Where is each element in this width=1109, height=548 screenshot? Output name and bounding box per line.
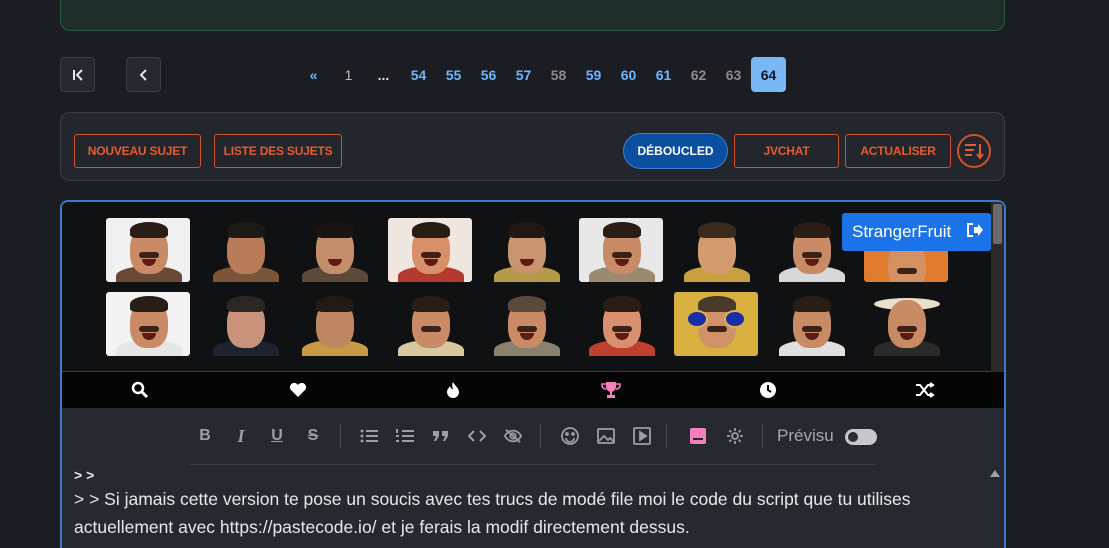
sticker[interactable] xyxy=(203,292,287,356)
deboucled-button[interactable]: DÉBOUCLED xyxy=(623,133,728,169)
image-icon[interactable] xyxy=(595,425,617,447)
sticker[interactable] xyxy=(579,218,663,282)
formatting-toolbar: B I U S Prévisu xyxy=(62,408,1004,466)
logout-icon[interactable] xyxy=(965,222,984,243)
trophy-icon[interactable] xyxy=(601,380,621,400)
video-icon[interactable] xyxy=(631,425,653,447)
message-editor: StrangerFruit B I U S Prévisu > > > > Si… xyxy=(60,200,1006,548)
jvchat-button[interactable]: JVCHAT xyxy=(734,134,839,168)
first-page-button[interactable] xyxy=(60,57,95,92)
sticker[interactable] xyxy=(388,292,472,356)
sticker[interactable] xyxy=(388,218,472,282)
sticker[interactable] xyxy=(203,218,287,282)
sticker-category-bar xyxy=(62,372,1004,408)
message-textarea[interactable]: > > > > Si jamais cette version te pose … xyxy=(74,464,994,541)
page-link-57[interactable]: 57 xyxy=(506,57,541,92)
sort-descending-icon xyxy=(965,144,984,160)
page-link-58[interactable]: 58 xyxy=(541,57,576,92)
sticker[interactable] xyxy=(769,218,853,282)
previous-page-button[interactable] xyxy=(126,57,161,92)
page-link-62[interactable]: 62 xyxy=(681,57,716,92)
search-icon[interactable] xyxy=(130,380,150,400)
username: StrangerFruit xyxy=(852,222,952,241)
refresh-button[interactable]: ACTUALISER xyxy=(845,134,951,168)
italic-button[interactable]: I xyxy=(230,425,252,447)
spoiler-icon[interactable] xyxy=(502,425,524,447)
page-ellipsis: ... xyxy=(377,66,390,83)
toolbar-divider xyxy=(340,424,341,448)
sticker[interactable] xyxy=(674,218,758,282)
page-link-56[interactable]: 56 xyxy=(471,57,506,92)
numbered-list-icon[interactable] xyxy=(394,425,416,447)
user-badge[interactable]: StrangerFruit xyxy=(842,213,991,251)
sticker-scrollbar[interactable] xyxy=(991,202,1004,372)
sticker[interactable] xyxy=(864,292,948,356)
new-topic-button[interactable]: NOUVEAU SUJET xyxy=(74,134,201,168)
sticker[interactable] xyxy=(769,292,853,356)
topic-action-bar: NOUVEAU SUJET LISTE DES SUJETS DÉBOUCLED… xyxy=(60,112,1005,181)
page-link-54[interactable]: 54 xyxy=(401,57,436,92)
smiley-icon[interactable] xyxy=(559,425,581,447)
topic-list-button[interactable]: LISTE DES SUJETS xyxy=(214,134,342,168)
toolbar-divider xyxy=(762,424,763,448)
quote-icon[interactable] xyxy=(430,425,452,447)
underline-button[interactable]: U xyxy=(266,425,288,447)
shuffle-icon[interactable] xyxy=(915,380,935,400)
sticker-panel: StrangerFruit xyxy=(62,202,1004,372)
sticker[interactable] xyxy=(484,292,568,356)
page-first-link[interactable]: « xyxy=(296,57,331,92)
previous-message-box xyxy=(60,0,1005,31)
toolbar-divider xyxy=(540,424,541,448)
page-link-63[interactable]: 63 xyxy=(716,57,751,92)
message-line: > > Si jamais cette version te pose un s… xyxy=(74,489,911,509)
message-line: > > xyxy=(74,467,95,483)
sticker[interactable] xyxy=(292,292,376,356)
sticker[interactable] xyxy=(579,292,663,356)
sticker[interactable] xyxy=(106,292,190,356)
gear-icon[interactable] xyxy=(724,425,746,447)
page-link-60[interactable]: 60 xyxy=(611,57,646,92)
preview-toggle[interactable] xyxy=(845,429,877,445)
heart-icon[interactable] xyxy=(288,380,308,400)
sticker[interactable] xyxy=(484,218,568,282)
sticker[interactable] xyxy=(292,218,376,282)
sticker[interactable] xyxy=(106,218,190,282)
toolbar-divider xyxy=(666,424,667,448)
fire-icon[interactable] xyxy=(443,380,463,400)
message-line: actuellement avec https://pastecode.io/ … xyxy=(74,517,690,537)
strikethrough-button[interactable]: S xyxy=(302,425,324,447)
textarea-scrollbar[interactable] xyxy=(988,464,1002,548)
pagination: « 1 ... 54 55 56 57 58 59 60 61 62 63 64 xyxy=(296,57,786,92)
page-link-1[interactable]: 1 xyxy=(331,57,366,92)
clock-icon[interactable] xyxy=(758,380,778,400)
sticker-panel-icon[interactable] xyxy=(687,425,709,447)
scroll-up-icon[interactable] xyxy=(990,470,1000,477)
chevron-left-icon xyxy=(139,68,147,81)
bullet-list-icon[interactable] xyxy=(358,425,380,447)
bold-button[interactable]: B xyxy=(194,425,216,447)
preview-label: Prévisu xyxy=(777,426,834,445)
sort-button[interactable] xyxy=(957,134,991,168)
page-current: 64 xyxy=(751,57,786,92)
first-page-icon xyxy=(72,68,83,81)
page-link-55[interactable]: 55 xyxy=(436,57,471,92)
page-link-59[interactable]: 59 xyxy=(576,57,611,92)
sticker[interactable] xyxy=(674,292,758,356)
page-link-61[interactable]: 61 xyxy=(646,57,681,92)
code-icon[interactable] xyxy=(466,425,488,447)
